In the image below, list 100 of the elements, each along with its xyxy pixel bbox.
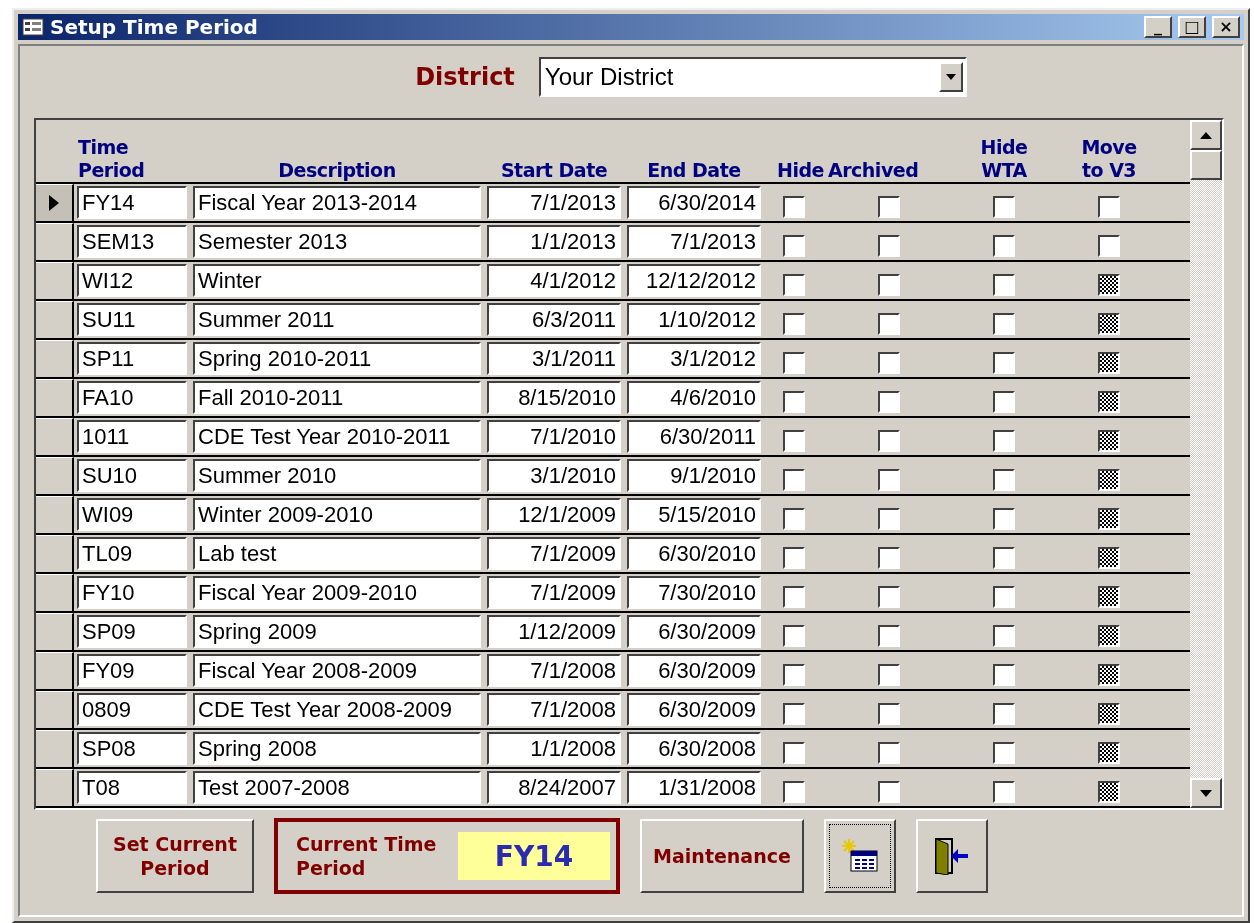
checkbox[interactable]	[1098, 702, 1120, 725]
checkbox[interactable]	[1098, 624, 1120, 647]
table-cell[interactable]: 9/1/2010	[627, 459, 761, 492]
checkbox[interactable]	[1098, 351, 1120, 374]
table-cell[interactable]: Summer 2010	[193, 459, 481, 492]
table-cell[interactable]: 6/3/2011	[487, 303, 621, 336]
checkbox[interactable]	[783, 507, 805, 530]
checkbox[interactable]	[878, 507, 900, 530]
checkbox[interactable]	[783, 312, 805, 335]
table-cell[interactable]: SU10	[77, 459, 187, 492]
checkbox[interactable]	[1098, 429, 1120, 452]
table-cell[interactable]: 7/1/2013	[487, 186, 621, 219]
checkbox[interactable]	[1098, 585, 1120, 608]
table-cell[interactable]: Spring 2010-2011	[193, 342, 481, 375]
checkbox[interactable]	[878, 546, 900, 569]
table-cell[interactable]: CDE Test Year 2008-2009	[193, 693, 481, 726]
checkbox[interactable]	[1098, 468, 1120, 491]
checkbox[interactable]	[993, 507, 1015, 530]
checkbox[interactable]	[993, 741, 1015, 764]
table-cell[interactable]: SP11	[77, 342, 187, 375]
table-cell[interactable]: WI12	[77, 264, 187, 297]
checkbox[interactable]	[878, 624, 900, 647]
table-cell[interactable]: 6/30/2014	[627, 186, 761, 219]
table-cell[interactable]: 4/6/2010	[627, 381, 761, 414]
checkbox[interactable]	[993, 273, 1015, 296]
record-selector[interactable]	[36, 379, 74, 416]
table-cell[interactable]: 8/24/2007	[487, 771, 621, 804]
record-selector[interactable]	[36, 535, 74, 572]
table-cell[interactable]: 1/10/2012	[627, 303, 761, 336]
checkbox[interactable]	[993, 663, 1015, 686]
checkbox[interactable]	[783, 741, 805, 764]
checkbox[interactable]	[783, 585, 805, 608]
record-selector[interactable]	[36, 691, 74, 728]
table-cell[interactable]: 1/1/2008	[487, 732, 621, 765]
checkbox[interactable]	[993, 195, 1015, 218]
table-cell[interactable]: Fiscal Year 2013-2014	[193, 186, 481, 219]
checkbox[interactable]	[783, 195, 805, 218]
table-cell[interactable]: 12/1/2009	[487, 498, 621, 531]
table-cell[interactable]: FY09	[77, 654, 187, 687]
checkbox[interactable]	[1098, 663, 1120, 686]
district-dropdown[interactable]: Your District	[538, 57, 967, 97]
checkbox[interactable]	[783, 702, 805, 725]
record-selector[interactable]	[36, 457, 74, 494]
checkbox[interactable]	[993, 429, 1015, 452]
checkbox[interactable]	[878, 585, 900, 608]
record-selector[interactable]	[36, 301, 74, 338]
record-selector[interactable]	[36, 496, 74, 533]
record-selector[interactable]	[36, 223, 74, 260]
minimize-button[interactable]: _	[1144, 16, 1172, 38]
table-cell[interactable]: Summer 2011	[193, 303, 481, 336]
checkbox[interactable]	[1098, 741, 1120, 764]
table-cell[interactable]: 3/1/2012	[627, 342, 761, 375]
checkbox[interactable]	[993, 351, 1015, 374]
table-cell[interactable]: 6/30/2009	[627, 654, 761, 687]
table-cell[interactable]: 7/1/2009	[487, 537, 621, 570]
table-cell[interactable]: 8/15/2010	[487, 381, 621, 414]
table-cell[interactable]: Spring 2009	[193, 615, 481, 648]
checkbox[interactable]	[1098, 273, 1120, 296]
checkbox[interactable]	[783, 390, 805, 413]
checkbox[interactable]	[993, 312, 1015, 335]
table-cell[interactable]: 7/1/2010	[487, 420, 621, 453]
scroll-thumb[interactable]	[1190, 150, 1222, 180]
record-selector[interactable]	[36, 769, 74, 806]
checkbox[interactable]	[783, 351, 805, 374]
checkbox[interactable]	[878, 429, 900, 452]
checkbox[interactable]	[1098, 780, 1120, 803]
table-cell[interactable]: 7/1/2008	[487, 693, 621, 726]
table-cell[interactable]: FY10	[77, 576, 187, 609]
table-cell[interactable]: 6/30/2011	[627, 420, 761, 453]
table-cell[interactable]: 12/12/2012	[627, 264, 761, 297]
checkbox[interactable]	[878, 390, 900, 413]
table-cell[interactable]: TL09	[77, 537, 187, 570]
record-selector[interactable]	[36, 184, 74, 221]
scrollbar[interactable]	[1190, 120, 1222, 808]
table-cell[interactable]: 7/1/2013	[627, 225, 761, 258]
table-cell[interactable]: SP08	[77, 732, 187, 765]
table-cell[interactable]: 1/12/2009	[487, 615, 621, 648]
table-cell[interactable]: Winter	[193, 264, 481, 297]
table-cell[interactable]: 5/15/2010	[627, 498, 761, 531]
checkbox[interactable]	[993, 390, 1015, 413]
checkbox[interactable]	[993, 585, 1015, 608]
table-cell[interactable]: 3/1/2011	[487, 342, 621, 375]
scroll-up-button[interactable]	[1190, 120, 1222, 150]
table-cell[interactable]: Spring 2008	[193, 732, 481, 765]
checkbox[interactable]	[1098, 312, 1120, 335]
checkbox[interactable]	[783, 546, 805, 569]
checkbox[interactable]	[878, 351, 900, 374]
checkbox[interactable]	[1098, 507, 1120, 530]
table-cell[interactable]: Fall 2010-2011	[193, 381, 481, 414]
checkbox[interactable]	[878, 780, 900, 803]
checkbox[interactable]	[878, 702, 900, 725]
table-cell[interactable]: 7/1/2009	[487, 576, 621, 609]
maximize-button[interactable]: □	[1178, 16, 1206, 38]
table-cell[interactable]: FA10	[77, 381, 187, 414]
checkbox[interactable]	[878, 273, 900, 296]
checkbox[interactable]	[1098, 234, 1120, 257]
table-cell[interactable]: SEM13	[77, 225, 187, 258]
checkbox[interactable]	[1098, 390, 1120, 413]
checkbox[interactable]	[993, 702, 1015, 725]
maintenance-button[interactable]: Maintenance	[640, 819, 804, 893]
